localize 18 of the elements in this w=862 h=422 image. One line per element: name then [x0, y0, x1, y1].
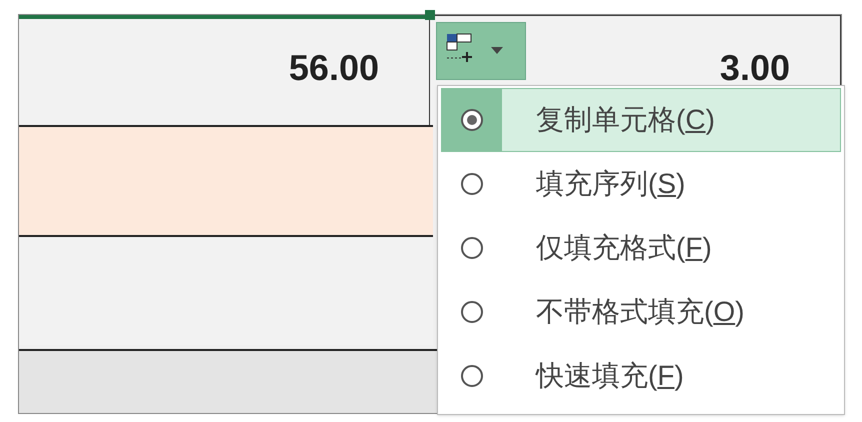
menu-item[interactable]: 仅填充格式(F)	[441, 216, 841, 280]
radio-icon	[460, 172, 484, 196]
menu-item[interactable]: 不带格式填充(O)	[441, 280, 841, 344]
menu-item[interactable]: 复制单元格(C)	[441, 88, 841, 152]
radio-icon	[460, 300, 484, 324]
radio-icon	[460, 108, 484, 132]
option-label: 填充序列(S)	[536, 168, 686, 199]
radio-icon	[460, 364, 484, 388]
caret-icon	[491, 47, 503, 55]
option-label: 快速填充(F)	[536, 360, 684, 391]
menu-item[interactable]: 填充序列(S)	[441, 152, 841, 216]
radio-icon	[460, 236, 484, 260]
option-label: 仅填充格式(F)	[536, 232, 712, 263]
menu-item[interactable]: 快速填充(F)	[441, 344, 841, 408]
auto-fill-options-button[interactable]	[436, 22, 526, 80]
option-label: 不带格式填充(O)	[536, 296, 744, 327]
fill-handle[interactable]	[425, 10, 435, 20]
table-cell: 56.00	[19, 15, 430, 125]
